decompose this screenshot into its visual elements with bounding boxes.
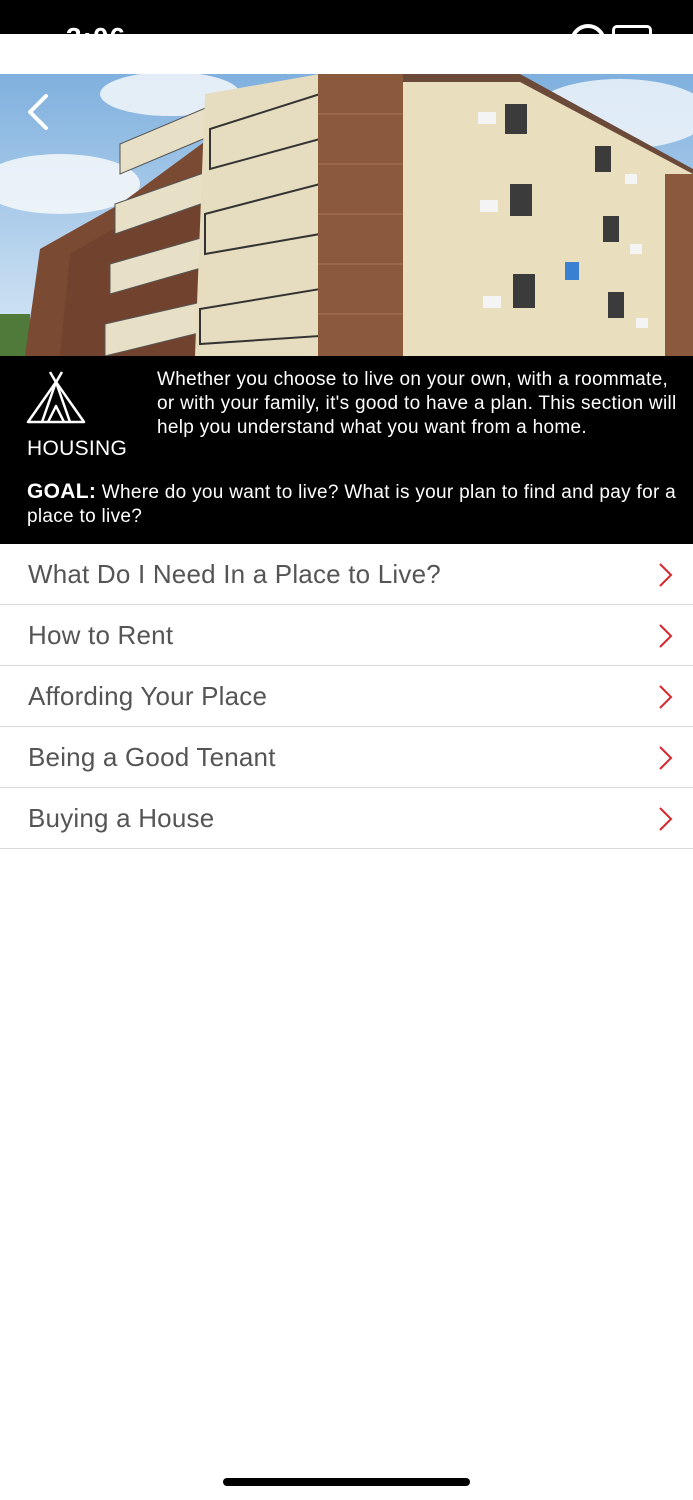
list-item-how-to-rent[interactable]: How to Rent	[0, 605, 693, 666]
goal-statement: Where do you want to live? What is your …	[27, 482, 677, 527]
chevron-right-icon	[659, 807, 673, 831]
chevron-right-icon	[659, 563, 673, 587]
chevron-right-icon	[659, 685, 673, 709]
home-indicator[interactable]	[223, 1478, 470, 1486]
apartment-building-photo	[0, 74, 693, 356]
section-description: Whether you choose to live on your own, …	[157, 369, 677, 438]
wifi-icon	[570, 24, 606, 34]
status-time: 3:06	[66, 22, 126, 34]
chevron-left-icon	[28, 94, 48, 130]
battery-icon	[612, 25, 652, 34]
list-item-label: Buying a House	[28, 803, 215, 833]
section-header: HOUSING Whether you choose to live on yo…	[0, 356, 693, 544]
list-item-buying-a-house[interactable]: Buying a House	[0, 788, 693, 849]
list-item-affording-your-place[interactable]: Affording Your Place	[0, 666, 693, 727]
chevron-right-icon	[659, 624, 673, 648]
goal-label: GOAL:	[27, 480, 97, 503]
back-button[interactable]	[18, 88, 62, 136]
tipi-icon	[26, 371, 86, 424]
chevron-right-icon	[659, 746, 673, 770]
list-item-what-do-i-need[interactable]: What Do I Need In a Place to Live?	[0, 544, 693, 605]
section-title: HOUSING	[27, 437, 128, 460]
list-item-being-a-good-tenant[interactable]: Being a Good Tenant	[0, 727, 693, 788]
topic-list: What Do I Need In a Place to Live? How t…	[0, 544, 693, 849]
list-item-label: What Do I Need In a Place to Live?	[28, 559, 441, 589]
hero-image	[0, 74, 693, 356]
goal-text: GOAL: Where do you want to live? What is…	[27, 480, 677, 529]
list-item-label: Affording Your Place	[28, 681, 268, 711]
list-item-label: How to Rent	[28, 620, 174, 650]
status-bar: 3:06	[0, 0, 693, 34]
list-item-label: Being a Good Tenant	[28, 742, 276, 772]
nav-bar	[0, 34, 693, 74]
